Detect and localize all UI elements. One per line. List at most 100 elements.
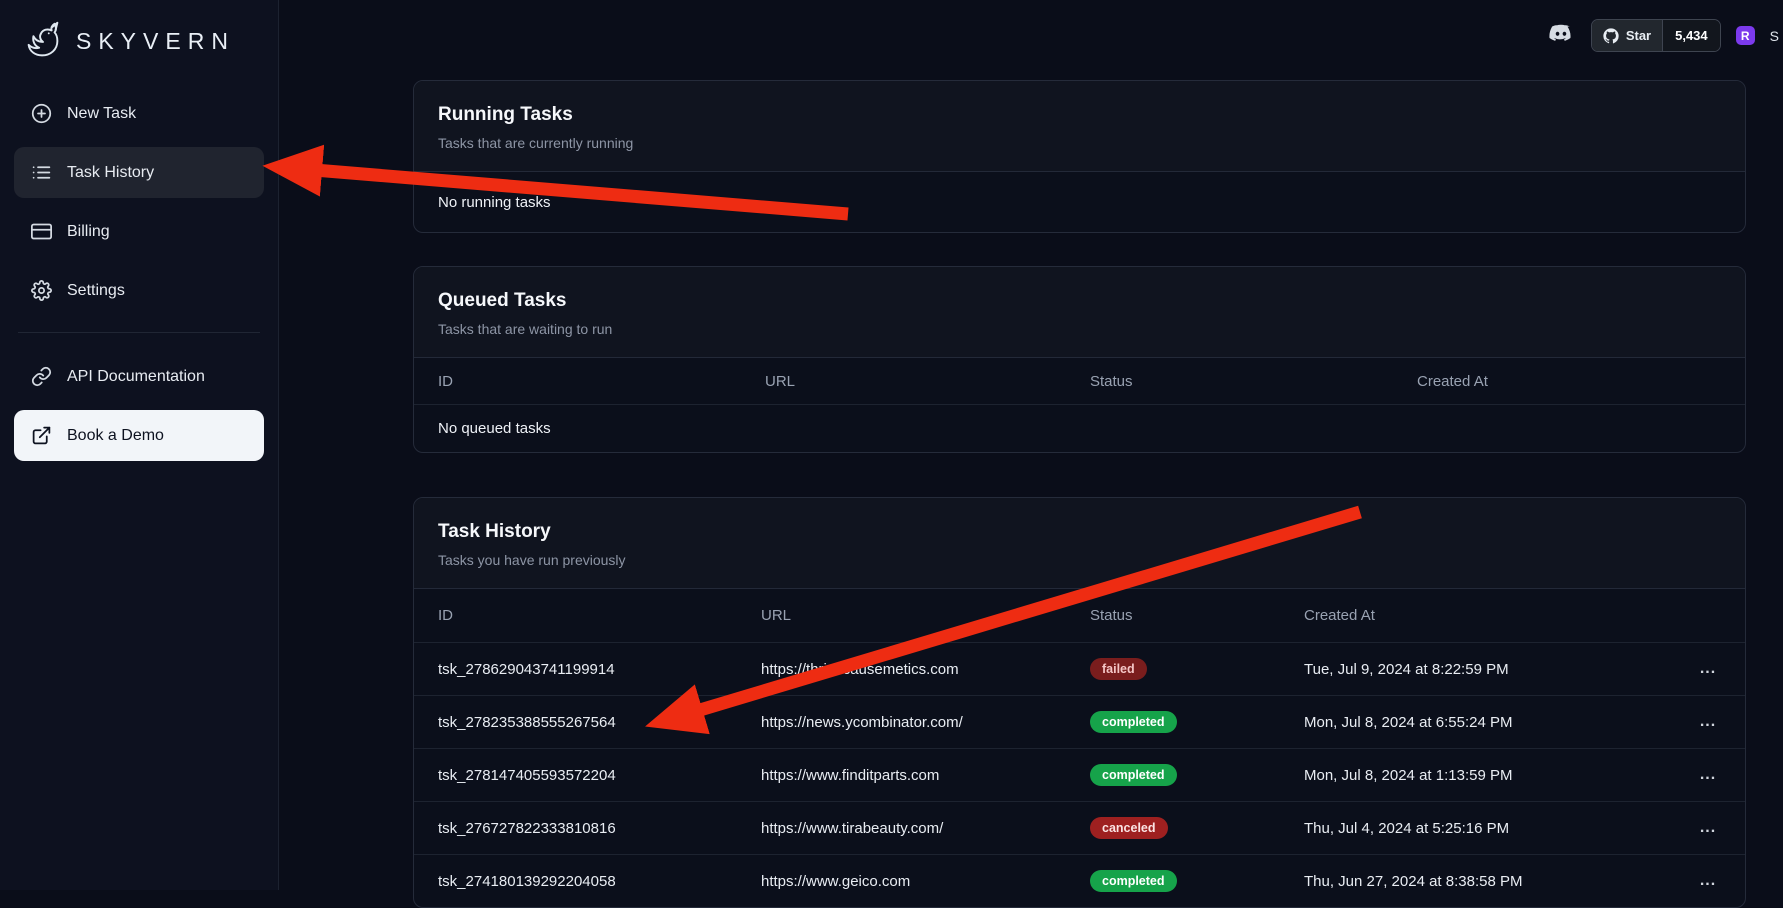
sidebar-item-label: Task History (67, 164, 154, 182)
task-id-cell: tsk_276727822333810816 (414, 820, 737, 837)
task-id-cell: tsk_274180139292204058 (414, 873, 737, 890)
column-header-created-at: Created At (1393, 373, 1745, 390)
table-row[interactable]: tsk_278147405593572204 https://www.findi… (414, 748, 1745, 801)
queued-tasks-card: Queued Tasks Tasks that are waiting to r… (413, 266, 1746, 453)
task-history-rows: tsk_278629043741199914 https://thrivecau… (414, 642, 1745, 907)
sidebar-item-label: Settings (67, 282, 125, 300)
queued-tasks-subtitle: Tasks that are waiting to run (438, 321, 1721, 337)
table-row[interactable]: tsk_278235388555267564 https://news.ycom… (414, 695, 1745, 748)
avatar[interactable]: R (1736, 26, 1755, 45)
credit-card-icon (31, 221, 52, 242)
status-cell: completed (1066, 764, 1280, 786)
status-badge: failed (1090, 658, 1147, 680)
table-row[interactable]: tsk_278629043741199914 https://thrivecau… (414, 642, 1745, 695)
status-badge: completed (1090, 764, 1177, 786)
github-star-widget[interactable]: Star 5,434 (1591, 19, 1721, 52)
task-url-cell: https://www.geico.com (737, 873, 1066, 890)
task-history-title: Task History (438, 520, 1721, 543)
github-icon (1603, 28, 1619, 44)
sidebar-item-settings[interactable]: Settings (14, 265, 264, 316)
main-area: Star 5,434 R S Running Tasks Tasks that … (279, 0, 1783, 890)
column-header-url: URL (737, 607, 1066, 624)
row-menu-button[interactable]: ... (1700, 660, 1716, 678)
actions-cell: ... (1671, 819, 1745, 837)
task-history-card: Task History Tasks you have run previous… (413, 497, 1746, 908)
github-star-count[interactable]: 5,434 (1662, 20, 1720, 51)
gear-icon (31, 280, 52, 301)
row-menu-button[interactable]: ... (1700, 819, 1716, 837)
column-header-id: ID (414, 607, 737, 624)
table-row[interactable]: tsk_274180139292204058 https://www.geico… (414, 854, 1745, 907)
actions-cell: ... (1671, 766, 1745, 784)
created-at-cell: Thu, Jun 27, 2024 at 8:38:58 PM (1280, 873, 1671, 890)
running-tasks-title: Running Tasks (438, 103, 1721, 126)
queued-tasks-title: Queued Tasks (438, 289, 1721, 312)
column-header-id: ID (414, 373, 741, 390)
discord-icon (1546, 24, 1576, 47)
list-icon (31, 162, 52, 183)
task-url-cell: https://news.ycombinator.com/ (737, 714, 1066, 731)
task-id-cell: tsk_278629043741199914 (414, 661, 737, 678)
table-row[interactable]: tsk_276727822333810816 https://www.tirab… (414, 801, 1745, 854)
sidebar-item-label: Billing (67, 223, 110, 241)
status-cell: completed (1066, 711, 1280, 733)
link-icon (31, 366, 52, 387)
sidebar-item-label: New Task (67, 105, 136, 123)
task-url-cell: https://www.finditparts.com (737, 767, 1066, 784)
sidebar-item-billing[interactable]: Billing (14, 206, 264, 257)
status-cell: failed (1066, 658, 1280, 680)
sidebar-item-label: API Documentation (67, 368, 205, 386)
status-badge: completed (1090, 870, 1177, 892)
column-header-status: Status (1066, 373, 1393, 390)
column-header-created-at: Created At (1280, 607, 1671, 624)
running-tasks-empty-state: No running tasks (414, 172, 1745, 232)
task-history-table-header: ID URL Status Created At (414, 589, 1745, 642)
app-root: SKYVERN New Task Task History Billing Se… (0, 0, 1783, 890)
sidebar-item-task-history[interactable]: Task History (14, 147, 264, 198)
discord-button[interactable] (1546, 24, 1576, 47)
actions-cell: ... (1671, 872, 1745, 890)
sidebar-item-api-documentation[interactable]: API Documentation (14, 351, 264, 402)
topbar: Star 5,434 R S (1546, 19, 1779, 52)
column-header-status: Status (1066, 607, 1280, 624)
column-header-url: URL (741, 373, 1066, 390)
sidebar-nav: New Task Task History Billing Settings A… (14, 88, 264, 461)
queued-tasks-header: Queued Tasks Tasks that are waiting to r… (414, 267, 1745, 358)
skyvern-dragon-icon (20, 18, 66, 64)
row-menu-button[interactable]: ... (1700, 872, 1716, 890)
sidebar: SKYVERN New Task Task History Billing Se… (0, 0, 279, 890)
running-tasks-header: Running Tasks Tasks that are currently r… (414, 81, 1745, 172)
task-url-cell: https://www.tirabeauty.com/ (737, 820, 1066, 837)
task-history-header: Task History Tasks you have run previous… (414, 498, 1745, 589)
github-star-label: Star (1626, 28, 1651, 43)
content: Running Tasks Tasks that are currently r… (413, 80, 1746, 908)
task-url-cell: https://thrivecausemetics.com (737, 661, 1066, 678)
status-cell: completed (1066, 870, 1280, 892)
external-link-icon (31, 425, 52, 446)
status-badge: canceled (1090, 817, 1168, 839)
sidebar-item-book-a-demo[interactable]: Book a Demo (14, 410, 264, 461)
status-cell: canceled (1066, 817, 1280, 839)
status-badge: completed (1090, 711, 1177, 733)
github-star-button[interactable]: Star (1592, 20, 1662, 51)
plus-circle-icon (31, 103, 52, 124)
sidebar-item-new-task[interactable]: New Task (14, 88, 264, 139)
created-at-cell: Mon, Jul 8, 2024 at 1:13:59 PM (1280, 767, 1671, 784)
actions-cell: ... (1671, 713, 1745, 731)
actions-cell: ... (1671, 660, 1745, 678)
task-id-cell: tsk_278235388555267564 (414, 714, 737, 731)
created-at-cell: Tue, Jul 9, 2024 at 8:22:59 PM (1280, 661, 1671, 678)
created-at-cell: Mon, Jul 8, 2024 at 6:55:24 PM (1280, 714, 1671, 731)
row-menu-button[interactable]: ... (1700, 713, 1716, 731)
running-tasks-subtitle: Tasks that are currently running (438, 135, 1721, 151)
user-name-text[interactable]: S (1770, 28, 1779, 44)
queued-table-header: ID URL Status Created At (414, 358, 1745, 404)
sidebar-item-label: Book a Demo (67, 427, 164, 445)
logo-wordmark: SKYVERN (76, 28, 235, 55)
created-at-cell: Thu, Jul 4, 2024 at 5:25:16 PM (1280, 820, 1671, 837)
skyvern-logo[interactable]: SKYVERN (14, 14, 264, 88)
row-menu-button[interactable]: ... (1700, 766, 1716, 784)
task-history-subtitle: Tasks you have run previously (438, 552, 1721, 568)
sidebar-divider (18, 332, 260, 333)
task-id-cell: tsk_278147405593572204 (414, 767, 737, 784)
